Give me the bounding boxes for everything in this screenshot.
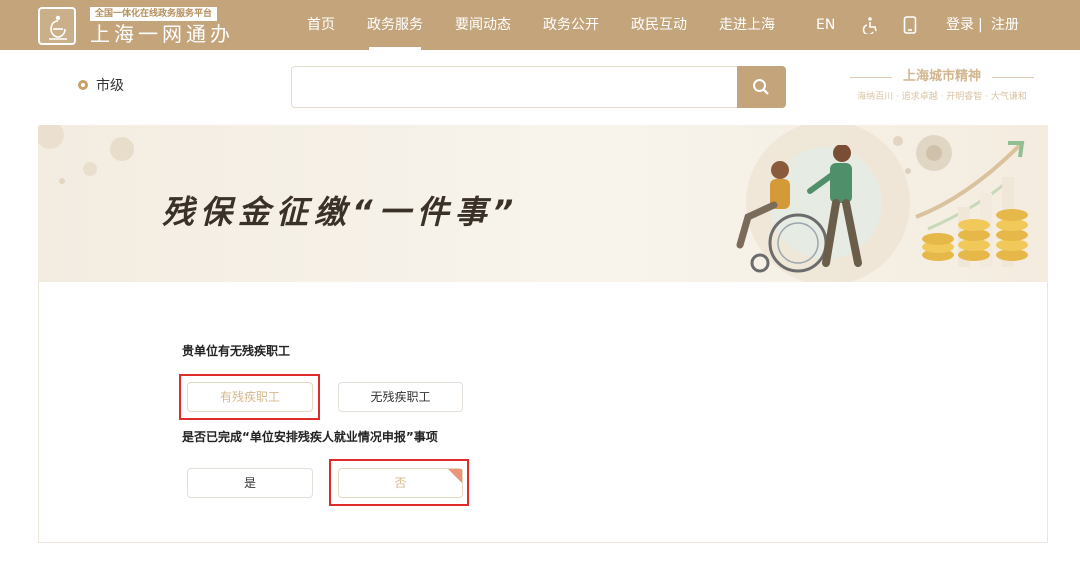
location-pin-icon [78,80,88,90]
wheelchair-illustration-icon [736,145,862,273]
service-banner: 残保金征缴“一件事” [38,125,1048,282]
language-toggle[interactable]: EN [816,0,835,50]
search-icon [753,79,769,95]
nav-item-open-gov[interactable]: 政务公开 [543,0,599,50]
register-link[interactable]: 注册 [991,0,1019,50]
nav-item-interaction[interactable]: 政民互动 [631,0,687,50]
logo-emblem-icon [38,7,76,45]
nav-item-services[interactable]: 政务服务 [367,0,423,50]
login-link[interactable]: 登录 [946,0,974,50]
banner-title: 残保金征缴“一件事” [162,193,520,231]
nav-item-news[interactable]: 要闻动态 [455,0,511,50]
logo-title: 上海一网通办 [90,22,234,46]
slogan-subtitle: 海纳百川 · 追求卓越 · 开明睿智 · 大气谦和 [857,92,1027,102]
slogan-title: 上海城市精神 [836,68,1048,86]
search-bar [291,66,786,108]
mobile-icon[interactable] [903,0,917,50]
nav-item-about-shanghai[interactable]: 走进上海 [719,0,775,50]
highlight-box-option-has-disabled-staff [179,374,320,420]
top-header: 全国一体化在线政务服务平台 上海一网通办 首页 政务服务 要闻动态 政务公开 政… [0,0,1080,50]
nav-item-home[interactable]: 首页 [307,0,335,50]
option-yes[interactable]: 是 [187,468,313,498]
site-logo[interactable]: 全国一体化在线政务服务平台 上海一网通办 [38,7,243,46]
highlight-box-option-no [329,459,469,506]
accessibility-icon[interactable] [862,0,880,50]
search-input[interactable] [291,66,739,108]
city-slogan: 上海城市精神 海纳百川 · 追求卓越 · 开明睿智 · 大气谦和 [836,68,1048,108]
header-separator: | [978,17,983,33]
search-button[interactable] [737,66,786,108]
location-label: 市级 [96,78,124,94]
coins-growth-illustration-icon [915,141,1028,267]
logo-tagline: 全国一体化在线政务服务平台 [90,7,218,21]
option-no-disabled-staff[interactable]: 无残疾职工 [338,382,463,412]
question-disabled-staff-label: 贵单位有无残疾职工 [182,344,291,358]
question-employment-report-label: 是否已完成“单位安排残疾人就业情况申报”事项 [182,430,438,444]
